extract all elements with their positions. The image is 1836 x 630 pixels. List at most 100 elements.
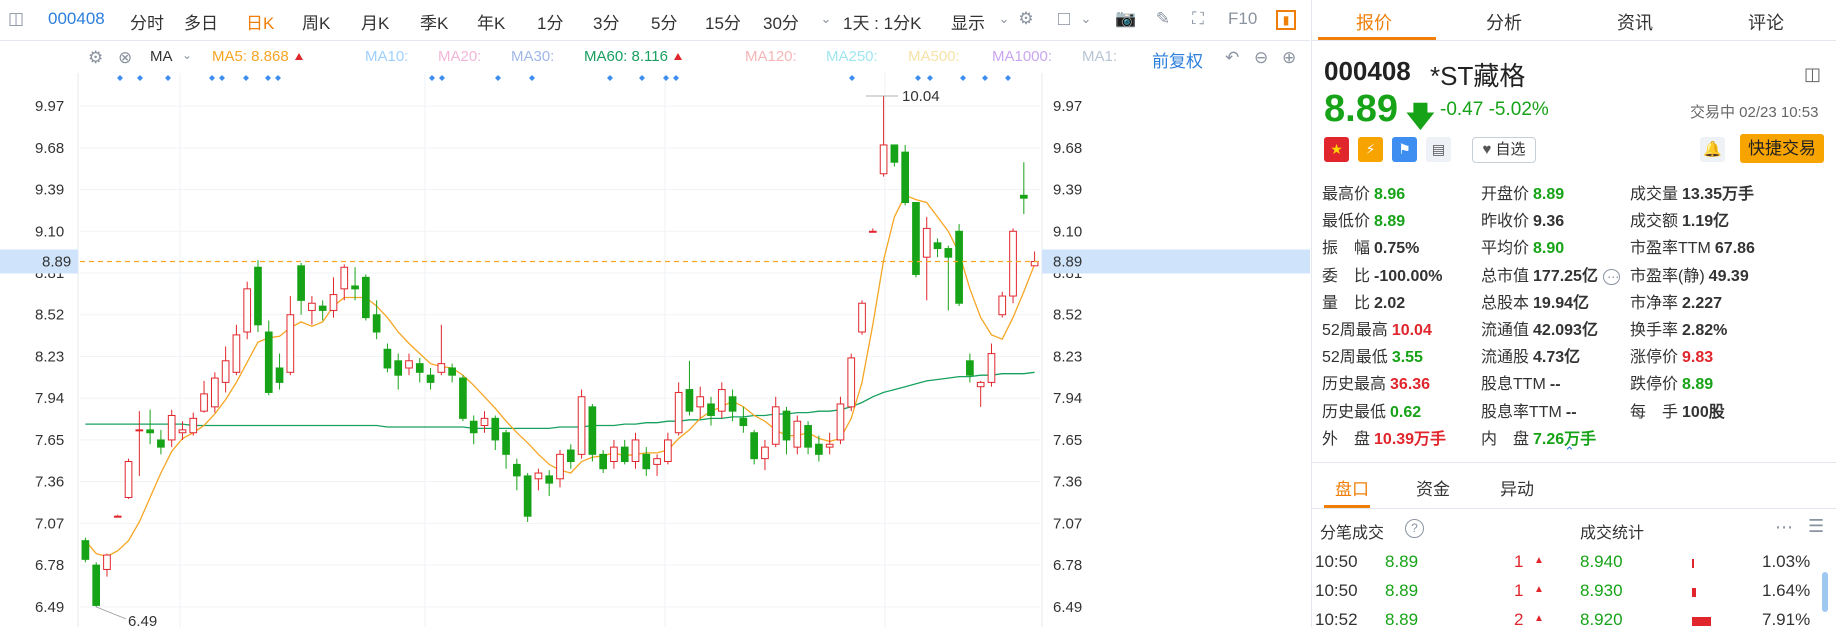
stock-name: *ST藏格 bbox=[1430, 61, 1526, 91]
tag-icon[interactable]: ⚑ bbox=[1392, 137, 1417, 162]
candle-body bbox=[955, 230, 963, 304]
stat-price: 8.920 bbox=[1580, 610, 1623, 629]
tab-quote[interactable]: 报价 bbox=[1356, 9, 1392, 35]
zoom-out-icon[interactable]: ⊖ bbox=[1254, 48, 1268, 68]
tab-funds[interactable]: 资金 bbox=[1416, 475, 1450, 500]
quote-field-label: 开盘价 bbox=[1481, 186, 1530, 203]
y-tick-label-left: 9.39 bbox=[35, 182, 64, 199]
close-icon[interactable]: ⊗ bbox=[118, 48, 132, 68]
candle-body bbox=[361, 276, 370, 319]
stat-price: 8.940 bbox=[1580, 552, 1623, 571]
trade-price: 8.89 bbox=[1385, 610, 1419, 629]
low-price-label: 6.49 bbox=[128, 613, 157, 627]
note-icon[interactable]: ▤ bbox=[1426, 137, 1451, 162]
y-tick-label-left: 7.36 bbox=[35, 474, 64, 491]
signal-marker bbox=[117, 75, 123, 81]
panel-toggle-icon[interactable]: ▮ bbox=[1276, 10, 1296, 30]
candle-body bbox=[383, 348, 392, 369]
period-tab-season-k[interactable]: 季K bbox=[420, 9, 448, 34]
toolbar-stock-code[interactable]: 000408 bbox=[48, 9, 105, 29]
china-flag-icon[interactable]: ★ bbox=[1324, 137, 1349, 162]
tab-movement[interactable]: 异动 bbox=[1500, 475, 1534, 500]
quote-field: 总股本 19.94亿 bbox=[1481, 289, 1589, 313]
signal-marker bbox=[607, 75, 613, 81]
candlestick-plot[interactable]: 9.97 9.979.68 9.689.39 9.399.10 9.108.81 8.81… bbox=[0, 73, 1310, 627]
period-tab-5min[interactable]: 5分 bbox=[651, 9, 677, 34]
y-tick-label-right: 7.36 bbox=[1053, 474, 1082, 491]
signal-marker bbox=[639, 75, 645, 81]
period-tab-duori[interactable]: 多日 bbox=[184, 9, 218, 34]
quote-field-value: 67.86 bbox=[1714, 240, 1755, 258]
period-tab-fenshi[interactable]: 分时 bbox=[130, 9, 164, 34]
candle-body bbox=[491, 417, 500, 441]
help-icon[interactable]: ? bbox=[1405, 519, 1424, 538]
chevron-down-icon[interactable]: ⌄ bbox=[182, 48, 192, 62]
trade-time: 10:50 bbox=[1315, 552, 1358, 571]
list-icon[interactable]: ☰ bbox=[1808, 516, 1824, 537]
chevron-down-icon[interactable]: ⌄ bbox=[816, 9, 836, 29]
quote-field-label: 振 幅 bbox=[1322, 240, 1371, 258]
trade-volume: 1 bbox=[1514, 581, 1524, 600]
candle-body bbox=[329, 294, 338, 311]
ma-indicator-bar: ⚙ ⊗ MA ⌄ MA5: 8.868 MA10: MA20: MA30: MA… bbox=[0, 41, 1310, 73]
candle-body bbox=[308, 302, 316, 311]
tab-comments[interactable]: 评论 bbox=[1748, 9, 1784, 35]
sidebar-toggle-icon[interactable]: ◫ bbox=[6, 9, 26, 29]
tab-news[interactable]: 资讯 bbox=[1617, 9, 1653, 35]
gear-icon[interactable]: ⚙ bbox=[1016, 9, 1036, 29]
candle-body bbox=[1009, 230, 1017, 297]
lightning-icon[interactable]: ⚡ bbox=[1358, 137, 1383, 162]
pencil-icon[interactable]: ✎ bbox=[1153, 9, 1173, 29]
period-tab-3min[interactable]: 3分 bbox=[593, 9, 619, 34]
candle-body bbox=[890, 144, 899, 163]
stat-price: 8.930 bbox=[1580, 581, 1623, 600]
undo-icon[interactable]: ↶ bbox=[1225, 48, 1239, 68]
tab-orderbook[interactable]: 盘口 bbox=[1335, 475, 1369, 500]
period-tab-month-k[interactable]: 月K bbox=[361, 9, 389, 34]
gear-icon[interactable]: ⚙ bbox=[88, 48, 103, 68]
period-tab-30min[interactable]: 30分 bbox=[763, 9, 799, 34]
bell-icon[interactable]: 🔔 bbox=[1700, 137, 1725, 162]
zoom-in-icon[interactable]: ⊕ bbox=[1282, 48, 1296, 68]
display-select[interactable]: 显示 bbox=[951, 9, 985, 34]
period-tab-week-k[interactable]: 周K bbox=[302, 9, 330, 34]
draw-rect-icon[interactable]: □ bbox=[1054, 9, 1074, 29]
candle-body bbox=[81, 540, 90, 560]
period-tab-day-k[interactable]: 日K bbox=[246, 9, 274, 34]
ma-select[interactable]: MA bbox=[150, 48, 173, 65]
period-tab-year-k[interactable]: 年K bbox=[477, 9, 505, 34]
trade-volume: 1 bbox=[1514, 552, 1524, 571]
ma120-label: MA120: bbox=[745, 48, 797, 65]
quote-tabs: 报价 分析 资讯 评论 bbox=[1312, 0, 1836, 41]
chevron-down-icon[interactable]: ⌄ bbox=[994, 9, 1014, 29]
quote-field: 开盘价 8.89 bbox=[1481, 180, 1564, 204]
candle-body bbox=[189, 417, 198, 434]
add-favorite-button[interactable]: ♥ 自选 bbox=[1472, 137, 1536, 163]
camera-icon[interactable]: 📷 bbox=[1115, 9, 1136, 29]
candle-body bbox=[739, 417, 748, 427]
range-select[interactable]: 1天 : 1分K bbox=[843, 9, 921, 34]
period-tab-15min[interactable]: 15分 bbox=[705, 9, 741, 34]
chevron-up-icon[interactable]: ⌃ bbox=[1564, 444, 1575, 460]
quote-field-value: 10.04 bbox=[1391, 322, 1432, 339]
trade-volume: 2 bbox=[1514, 610, 1524, 629]
candle-body bbox=[459, 377, 467, 419]
more-icon[interactable]: ⋯ bbox=[1602, 268, 1621, 285]
candle-body bbox=[836, 403, 845, 441]
candle-body bbox=[858, 302, 866, 333]
f10-button[interactable]: F10 bbox=[1228, 9, 1257, 29]
scrollbar-thumb[interactable] bbox=[1822, 572, 1828, 612]
current-price-label-left: 8.89 bbox=[42, 254, 71, 271]
candle-body bbox=[124, 461, 133, 498]
candle-body bbox=[771, 406, 780, 445]
chevron-down-icon[interactable]: ⌄ bbox=[1076, 9, 1096, 29]
candle-body bbox=[178, 429, 187, 434]
fast-trade-button[interactable]: 快捷交易 bbox=[1740, 134, 1824, 163]
period-tab-1min[interactable]: 1分 bbox=[537, 9, 563, 34]
quote-field: 市盈率(静) 49.39 bbox=[1630, 262, 1749, 286]
fullscreen-icon[interactable]: ⛶ bbox=[1188, 9, 1208, 29]
sidebar-collapse-icon[interactable]: ◫ bbox=[1804, 64, 1821, 85]
adjust-button[interactable]: 前复权 bbox=[1152, 47, 1203, 72]
more-icon[interactable]: ⋯ bbox=[1775, 517, 1793, 538]
tab-analysis[interactable]: 分析 bbox=[1486, 9, 1522, 35]
